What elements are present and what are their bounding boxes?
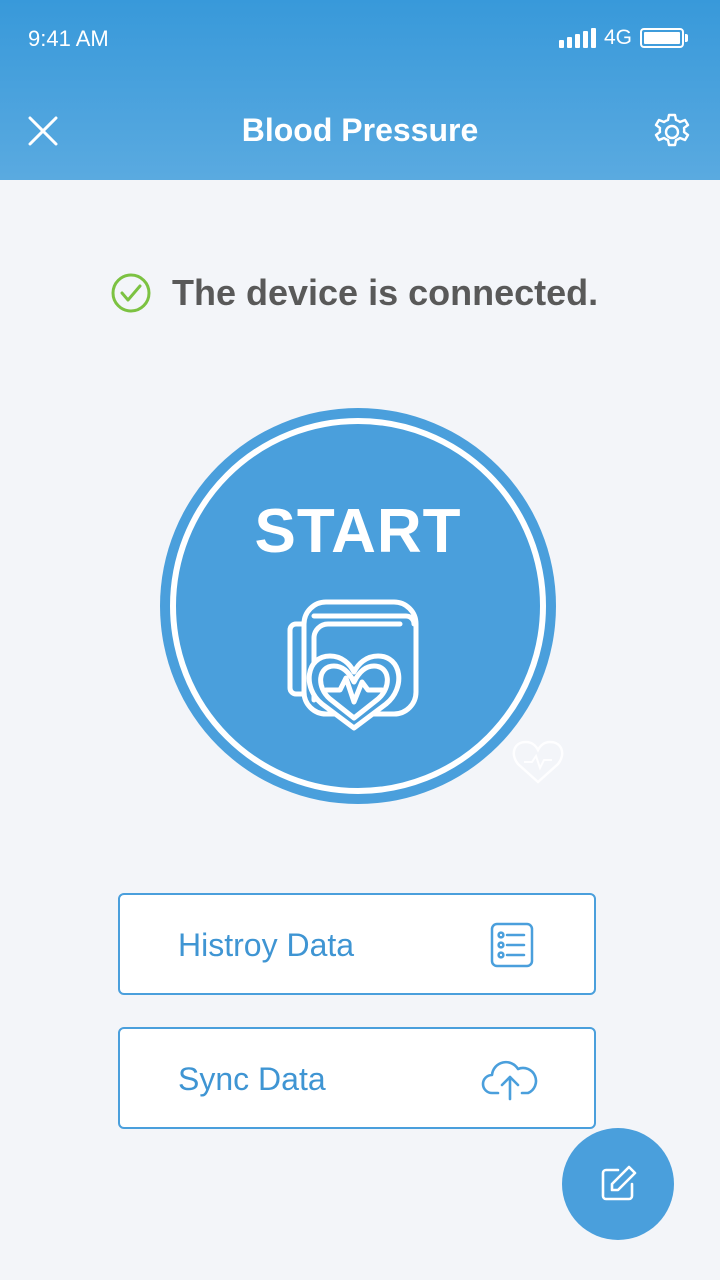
- connection-text: The device is connected.: [172, 272, 599, 313]
- screen: 9:41 AM 4G Blood Pressure The device is …: [0, 0, 720, 1280]
- battery-icon: [640, 28, 688, 48]
- sync-data-label: Sync Data: [178, 1061, 326, 1097]
- status-time: 9:41 AM: [28, 26, 109, 51]
- history-data-button[interactable]: Histroy Data: [118, 893, 596, 995]
- heart-icon: [512, 740, 564, 784]
- header: 9:41 AM 4G Blood Pressure: [0, 0, 720, 180]
- settings-button[interactable]: [652, 112, 692, 152]
- signal-icon: [558, 28, 596, 48]
- status-indicators: 4G: [558, 26, 688, 50]
- history-data-label: Histroy Data: [178, 927, 355, 963]
- sync-data-button[interactable]: Sync Data: [118, 1027, 596, 1129]
- cloud-upload-icon: [481, 1060, 538, 1101]
- start-button[interactable]: START: [160, 408, 556, 804]
- check-circle-icon: [111, 273, 151, 313]
- list-icon: [490, 922, 534, 968]
- connection-status: The device is connected.: [110, 272, 598, 314]
- page-title: Blood Pressure: [241, 112, 479, 148]
- network-type: 4G: [603, 26, 632, 49]
- blood-pressure-cuff-icon: [287, 599, 419, 731]
- edit-fab-button[interactable]: [562, 1128, 674, 1240]
- gear-icon: [654, 113, 690, 147]
- edit-icon: [601, 1165, 637, 1201]
- start-label: START: [254, 497, 462, 566]
